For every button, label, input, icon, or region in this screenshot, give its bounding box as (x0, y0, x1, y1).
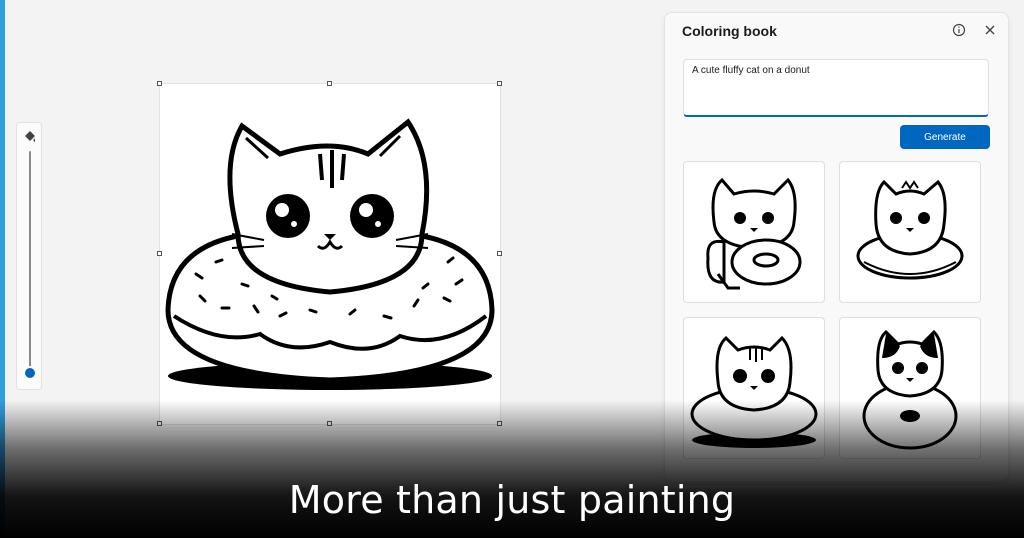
drawing-canvas[interactable] (160, 84, 500, 424)
thumbnail-1[interactable] (683, 161, 825, 303)
resize-handle[interactable] (327, 81, 332, 86)
cat-on-donut-image (165, 118, 495, 390)
cat-hugging-donut-thumbnail (706, 177, 802, 290)
info-icon[interactable] (952, 23, 966, 37)
resize-handle[interactable] (157, 81, 162, 86)
panel-title: Coloring book (682, 23, 777, 39)
resize-handle[interactable] (157, 251, 162, 256)
slider-thumb[interactable] (25, 368, 35, 378)
slider-track[interactable] (29, 151, 31, 373)
fluffy-cat-on-donut-thumbnail (856, 179, 964, 280)
generate-button[interactable]: Generate (900, 125, 990, 149)
thumbnail-2[interactable] (839, 161, 981, 303)
prompt-input[interactable]: A cute fluffy cat on a donut (683, 59, 989, 117)
resize-handle[interactable] (497, 81, 502, 86)
close-icon[interactable] (983, 23, 997, 37)
zoom-slider[interactable] (16, 122, 42, 390)
video-caption: More than just painting (288, 478, 736, 522)
paint-bucket-icon (25, 131, 36, 142)
resize-handle[interactable] (497, 251, 502, 256)
